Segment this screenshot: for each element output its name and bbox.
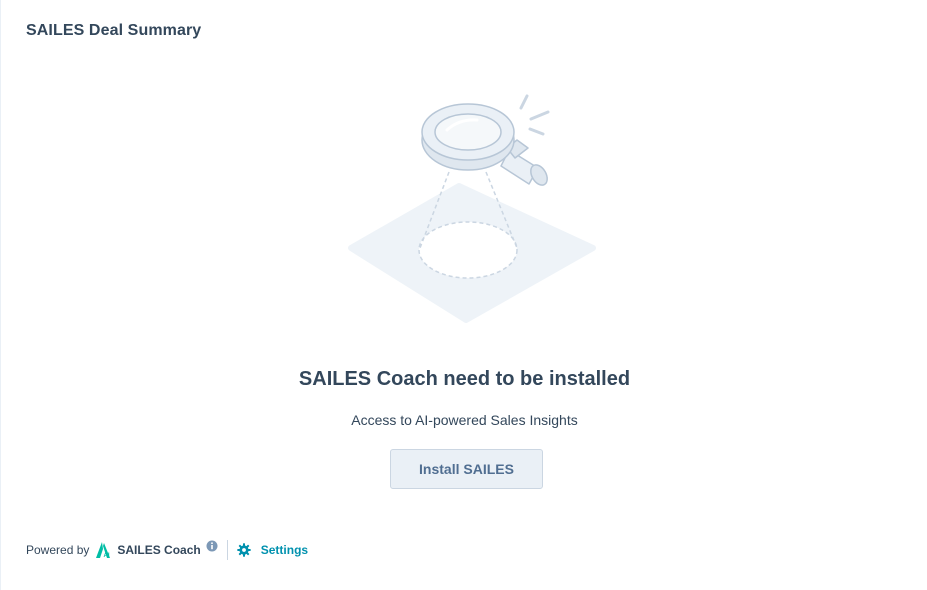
deal-summary-card: SAILES Deal Summary SAILES Coach need to… [0, 0, 927, 590]
svg-text:AI: AI [104, 553, 110, 559]
settings-label: Settings [260, 543, 309, 557]
sparkle-line-3 [528, 127, 545, 136]
powered-by-label: Powered by [26, 543, 90, 557]
card-footer: Powered by AI SAILES Coach Settings [26, 538, 308, 562]
sparkle-line-1 [519, 94, 529, 110]
sailes-logo-icon: AI [95, 541, 111, 559]
settings-link[interactable]: Settings [237, 543, 308, 557]
brand-name: SAILES Coach [117, 543, 201, 557]
empty-state-subtext: Access to AI-powered Sales Insights [351, 412, 578, 428]
install-button[interactable]: Install SAILES [390, 449, 543, 489]
footer-divider [226, 540, 228, 560]
gear-icon [237, 543, 251, 557]
sparkle-line-2 [529, 110, 550, 121]
spot-ellipse [418, 221, 518, 279]
empty-state-heading: SAILES Coach need to be installed [298, 368, 631, 390]
magnifying-glass-illustration [331, 88, 606, 328]
card-title: SAILES Deal Summary [26, 22, 202, 39]
info-icon[interactable] [206, 540, 218, 552]
